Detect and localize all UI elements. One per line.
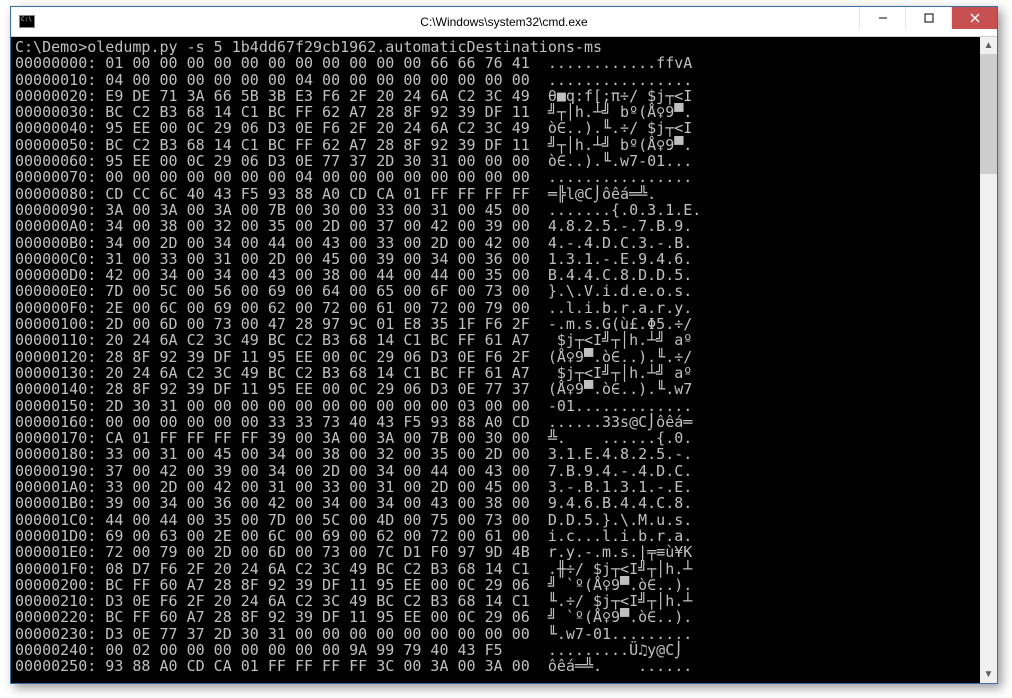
window-controls [859, 7, 997, 36]
minimize-icon [878, 13, 888, 23]
console-output[interactable]: C:\Demo>oledump.py -s 5 1b4dd67f29cb1962… [11, 37, 980, 683]
close-button[interactable] [951, 7, 997, 29]
close-icon [970, 13, 980, 23]
scroll-track[interactable] [980, 54, 997, 666]
maximize-button[interactable] [905, 7, 951, 29]
client-area: C:\Demo>oledump.py -s 5 1b4dd67f29cb1962… [11, 37, 997, 683]
titlebar[interactable]: C:\Windows\system32\cmd.exe [11, 7, 997, 37]
scroll-up-button[interactable]: ▲ [980, 37, 997, 54]
minimize-button[interactable] [859, 7, 905, 29]
scroll-thumb[interactable] [980, 54, 997, 174]
vertical-scrollbar[interactable]: ▲ ▼ [980, 37, 997, 683]
scroll-down-button[interactable]: ▼ [980, 666, 997, 683]
cmd-window: C:\Windows\system32\cmd.exe C:\Demo>oled… [10, 6, 998, 684]
maximize-icon [924, 13, 934, 23]
window-title: C:\Windows\system32\cmd.exe [11, 15, 997, 29]
cmd-icon [19, 15, 35, 28]
